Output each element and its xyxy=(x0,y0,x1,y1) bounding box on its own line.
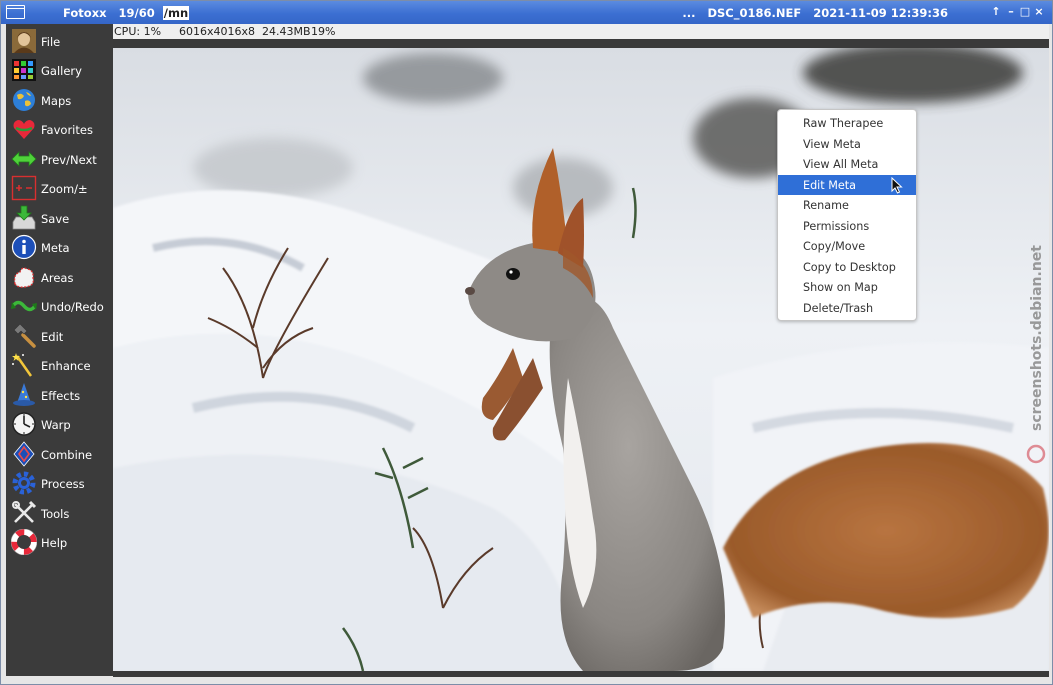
menu-item-raw-therapee[interactable]: Raw Therapee xyxy=(778,113,916,133)
zoom-level: 19% xyxy=(311,25,336,38)
menu-item-rename[interactable]: Rename xyxy=(778,195,916,215)
menu-item-show-on-map[interactable]: Show on Map xyxy=(778,277,916,297)
sidebar-item-process[interactable]: Process xyxy=(6,469,113,496)
image-dimensions: 6016x4016x8 xyxy=(179,25,256,38)
sidebar-item-effects[interactable]: Effects xyxy=(6,381,113,408)
sidebar-item-label: Edit xyxy=(41,330,64,344)
menu-item-copy-move[interactable]: Copy/Move xyxy=(778,236,916,256)
sidebar-item-label: Gallery xyxy=(41,64,82,78)
sidebar-item-warp[interactable]: Warp xyxy=(6,410,113,437)
double-arrow-icon xyxy=(11,151,37,167)
combine-icon xyxy=(13,441,35,467)
lifebuoy-icon xyxy=(11,529,37,555)
divider xyxy=(113,39,1049,48)
sidebar: File Gallery Maps Favorites Prev/Next Zo… xyxy=(6,24,113,676)
sidebar-item-gallery[interactable]: Gallery xyxy=(6,56,113,83)
sidebar-item-label: Enhance xyxy=(41,359,91,373)
sidebar-item-enhance[interactable]: Enhance xyxy=(6,351,113,378)
gear-icon xyxy=(12,471,36,495)
minimize-button[interactable]: – xyxy=(1005,5,1017,18)
title-left: Fotoxx 19/60 /mn xyxy=(63,6,190,20)
globe-icon xyxy=(13,89,35,111)
folder-path: /mn xyxy=(162,6,190,20)
close-button[interactable]: × xyxy=(1033,5,1045,18)
sidebar-item-label: Meta xyxy=(41,241,70,255)
sidebar-item-areas[interactable]: Areas xyxy=(6,263,113,290)
sidebar-item-undo-redo[interactable]: Undo/Redo xyxy=(6,292,113,319)
sidebar-item-label: Combine xyxy=(41,448,93,462)
sidebar-item-label: Prev/Next xyxy=(41,153,97,167)
heart-icon xyxy=(13,120,35,139)
sidebar-item-label: Tools xyxy=(41,507,70,521)
app-window: Fotoxx 19/60 /mn ... DSC_0186.NEF 2021-1… xyxy=(0,0,1053,685)
sidebar-item-prev-next[interactable]: Prev/Next xyxy=(6,145,113,172)
watermark: screenshots.debian.net xyxy=(1026,245,1046,464)
maximize-button[interactable]: □ xyxy=(1019,5,1031,18)
cpu-usage: CPU: 1% xyxy=(114,25,162,38)
sidebar-item-label: File xyxy=(41,35,61,49)
info-icon xyxy=(11,234,37,260)
status-bar: CPU: 1% 6016x4016x8 24.43MB 19% xyxy=(113,24,1049,39)
title-ellipsis: ... xyxy=(682,6,696,20)
title-bar[interactable]: Fotoxx 19/60 /mn ... DSC_0186.NEF 2021-1… xyxy=(1,1,1052,24)
sidebar-item-meta[interactable]: Meta xyxy=(6,233,113,260)
menu-item-view-all-meta[interactable]: View All Meta xyxy=(778,154,916,174)
context-menu: Raw Therapee View Meta View All Meta Edi… xyxy=(777,109,917,321)
menu-item-copy-to-desktop[interactable]: Copy to Desktop xyxy=(778,257,916,277)
sidebar-item-label: Warp xyxy=(41,418,71,432)
sidebar-item-tools[interactable]: Tools xyxy=(6,499,113,526)
wizard-hat-icon xyxy=(13,383,35,406)
tools-icon xyxy=(12,500,37,523)
image-count: 19/60 xyxy=(118,6,155,20)
sidebar-item-zoom[interactable]: Zoom/± xyxy=(6,174,113,201)
file-name: DSC_0186.NEF xyxy=(707,6,802,20)
sidebar-item-file[interactable]: File xyxy=(6,27,113,54)
menu-item-permissions[interactable]: Permissions xyxy=(778,216,916,236)
lasso-area-icon xyxy=(13,267,34,288)
debian-swirl-icon xyxy=(1026,444,1046,464)
app-name: Fotoxx xyxy=(63,6,107,20)
sidebar-item-label: Undo/Redo xyxy=(41,300,104,314)
gallery-grid-icon xyxy=(12,59,36,81)
sidebar-item-help[interactable]: Help xyxy=(6,528,113,555)
title-right: ... DSC_0186.NEF 2021-11-09 12:39:36 xyxy=(682,6,948,20)
file-datetime: 2021-11-09 12:39:36 xyxy=(813,6,948,20)
sidebar-item-label: Favorites xyxy=(41,123,93,137)
sidebar-item-edit[interactable]: Edit xyxy=(6,322,113,349)
sidebar-item-maps[interactable]: Maps xyxy=(6,86,113,113)
magic-wand-icon xyxy=(12,353,33,377)
sidebar-item-label: Effects xyxy=(41,389,81,403)
menu-item-delete-trash[interactable]: Delete/Trash xyxy=(778,298,916,318)
sidebar-item-label: Help xyxy=(41,536,68,550)
hammer-icon xyxy=(13,323,36,348)
clock-icon xyxy=(12,412,36,436)
keep-above-button[interactable]: ↑ xyxy=(990,5,1002,18)
sidebar-item-label: Save xyxy=(41,212,70,226)
bottom-edge xyxy=(113,671,1049,677)
window-menu-icon[interactable] xyxy=(6,5,25,19)
sidebar-item-label: Areas xyxy=(41,271,74,285)
watermark-text: screenshots.debian.net xyxy=(1029,245,1045,431)
sidebar-item-label: Zoom/± xyxy=(41,182,88,196)
undo-redo-icon xyxy=(11,300,37,312)
mouse-pointer-icon xyxy=(891,177,903,194)
file-size: 24.43MB xyxy=(262,25,311,38)
sidebar-item-favorites[interactable]: Favorites xyxy=(6,115,113,142)
sidebar-item-label: Process xyxy=(41,477,85,491)
sidebar-item-combine[interactable]: Combine xyxy=(6,440,113,467)
portrait-icon xyxy=(12,29,36,53)
menu-item-view-meta[interactable]: View Meta xyxy=(778,134,916,154)
download-tray-icon xyxy=(12,205,36,230)
sidebar-item-save[interactable]: Save xyxy=(6,204,113,231)
zoom-plus-minus-icon xyxy=(11,175,37,201)
sidebar-item-label: Maps xyxy=(41,94,72,108)
